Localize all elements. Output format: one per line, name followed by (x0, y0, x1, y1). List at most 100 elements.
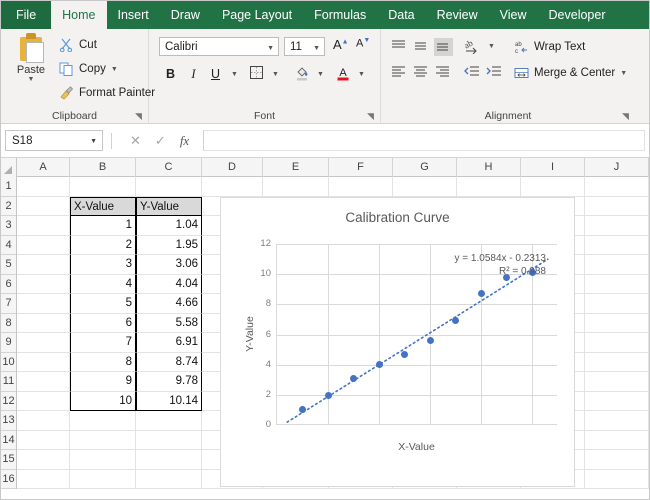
cancel-formula-button[interactable]: ✕ (130, 133, 141, 149)
tab-view[interactable]: View (489, 1, 538, 29)
font-size-input[interactable]: 11 ▼ (284, 37, 325, 56)
cell-J12[interactable] (585, 392, 649, 412)
cell-B11[interactable]: 9 (70, 372, 136, 392)
increase-indent-button[interactable] (485, 64, 504, 82)
cell-A5[interactable] (17, 255, 70, 275)
tab-page-layout[interactable]: Page Layout (211, 1, 303, 29)
cell-B9[interactable]: 7 (70, 333, 136, 353)
copy-button[interactable]: Copy ▼ (59, 62, 118, 76)
chart-calibration-curve[interactable]: Calibration Curve y = 1.0584x - 0.2313 R… (220, 197, 575, 487)
cell-J13[interactable] (585, 411, 649, 431)
cell-A15[interactable] (17, 450, 70, 470)
cell-A2[interactable] (17, 197, 70, 217)
increase-font-size-button[interactable]: A▲ (333, 37, 349, 52)
row-header-10[interactable]: 10 (1, 353, 16, 373)
cell-G1[interactable] (393, 177, 457, 197)
align-top-button[interactable] (390, 38, 409, 56)
row-header-12[interactable]: 12 (1, 392, 16, 412)
chart-data-point[interactable] (299, 406, 306, 413)
column-header-A[interactable]: A (17, 158, 70, 177)
cell-B4[interactable]: 2 (70, 236, 136, 256)
cell-B12[interactable]: 10 (70, 392, 136, 412)
row-header-2[interactable]: 2 (1, 197, 16, 217)
row-header-9[interactable]: 9 (1, 333, 16, 353)
cell-C6[interactable]: 4.04 (136, 275, 202, 295)
paste-button[interactable]: Paste ▼ (7, 33, 55, 83)
cell-C9[interactable]: 6.91 (136, 333, 202, 353)
cell-A7[interactable] (17, 294, 70, 314)
cell-C7[interactable]: 4.66 (136, 294, 202, 314)
cell-A10[interactable] (17, 353, 70, 373)
row-header-8[interactable]: 8 (1, 314, 16, 334)
cell-J15[interactable] (585, 450, 649, 470)
cell-B7[interactable]: 5 (70, 294, 136, 314)
cell-C2[interactable]: Y-Value (136, 197, 202, 217)
format-painter-button[interactable]: Format Painter (59, 86, 155, 100)
tab-draw[interactable]: Draw (160, 1, 211, 29)
align-bottom-button[interactable] (434, 38, 453, 56)
cell-H1[interactable] (457, 177, 521, 197)
column-header-F[interactable]: F (329, 158, 393, 177)
cell-C5[interactable]: 3.06 (136, 255, 202, 275)
font-color-chevron-down-icon[interactable]: ▼ (352, 65, 371, 84)
cell-B1[interactable] (70, 177, 136, 197)
cell-B3[interactable]: 1 (70, 216, 136, 236)
tab-file[interactable]: File (1, 1, 51, 29)
cell-A11[interactable] (17, 372, 70, 392)
column-header-E[interactable]: E (263, 158, 329, 177)
chevron-down-icon[interactable]: ▼ (90, 138, 97, 145)
chevron-down-icon[interactable]: ▼ (111, 66, 118, 73)
column-header-B[interactable]: B (70, 158, 136, 177)
cell-J1[interactable] (585, 177, 649, 197)
cell-J5[interactable] (585, 255, 649, 275)
orientation-button[interactable]: ab (463, 38, 482, 56)
cell-J2[interactable] (585, 197, 649, 217)
chevron-down-icon[interactable]: ▼ (620, 70, 627, 77)
cell-B10[interactable]: 8 (70, 353, 136, 373)
cell-J14[interactable] (585, 431, 649, 451)
row-header-14[interactable]: 14 (1, 431, 16, 451)
wrap-text-button[interactable]: abc Wrap Text (514, 40, 585, 54)
cell-F1[interactable] (329, 177, 393, 197)
row-header-4[interactable]: 4 (1, 236, 16, 256)
cell-D1[interactable] (202, 177, 263, 197)
column-header-G[interactable]: G (393, 158, 457, 177)
row-header-6[interactable]: 6 (1, 275, 16, 295)
cell-C15[interactable] (136, 450, 202, 470)
column-header-D[interactable]: D (202, 158, 263, 177)
cell-C3[interactable]: 1.04 (136, 216, 202, 236)
row-header-16[interactable]: 16 (1, 470, 16, 490)
decrease-font-size-button[interactable]: A▼ (356, 37, 370, 50)
select-all-button[interactable] (1, 158, 17, 177)
cell-J4[interactable] (585, 236, 649, 256)
cell-C10[interactable]: 8.74 (136, 353, 202, 373)
cell-A16[interactable] (17, 470, 70, 490)
cell-J7[interactable] (585, 294, 649, 314)
cell-C4[interactable]: 1.95 (136, 236, 202, 256)
enter-formula-button[interactable]: ✓ (155, 133, 166, 149)
cell-B15[interactable] (70, 450, 136, 470)
column-header-I[interactable]: I (521, 158, 585, 177)
cell-J9[interactable] (585, 333, 649, 353)
column-header-J[interactable]: J (585, 158, 649, 177)
row-header-5[interactable]: 5 (1, 255, 16, 275)
cell-C14[interactable] (136, 431, 202, 451)
row-header-13[interactable]: 13 (1, 411, 16, 431)
tab-home[interactable]: Home (51, 1, 106, 29)
cell-A6[interactable] (17, 275, 70, 295)
fill-color-chevron-down-icon[interactable]: ▼ (311, 65, 330, 84)
cell-J16[interactable] (585, 470, 649, 490)
decrease-indent-button[interactable] (463, 64, 482, 82)
tab-developer[interactable]: Developer (538, 1, 617, 29)
cell-B2[interactable]: X-Value (70, 197, 136, 217)
cell-B6[interactable]: 4 (70, 275, 136, 295)
align-left-button[interactable] (390, 64, 409, 82)
cell-C8[interactable]: 5.58 (136, 314, 202, 334)
align-center-button[interactable] (412, 64, 431, 82)
underline-button[interactable]: U (206, 65, 225, 84)
align-middle-button[interactable] (412, 38, 431, 56)
row-header-7[interactable]: 7 (1, 294, 16, 314)
cell-A8[interactable] (17, 314, 70, 334)
borders-button[interactable] (247, 65, 266, 84)
cell-B13[interactable] (70, 411, 136, 431)
